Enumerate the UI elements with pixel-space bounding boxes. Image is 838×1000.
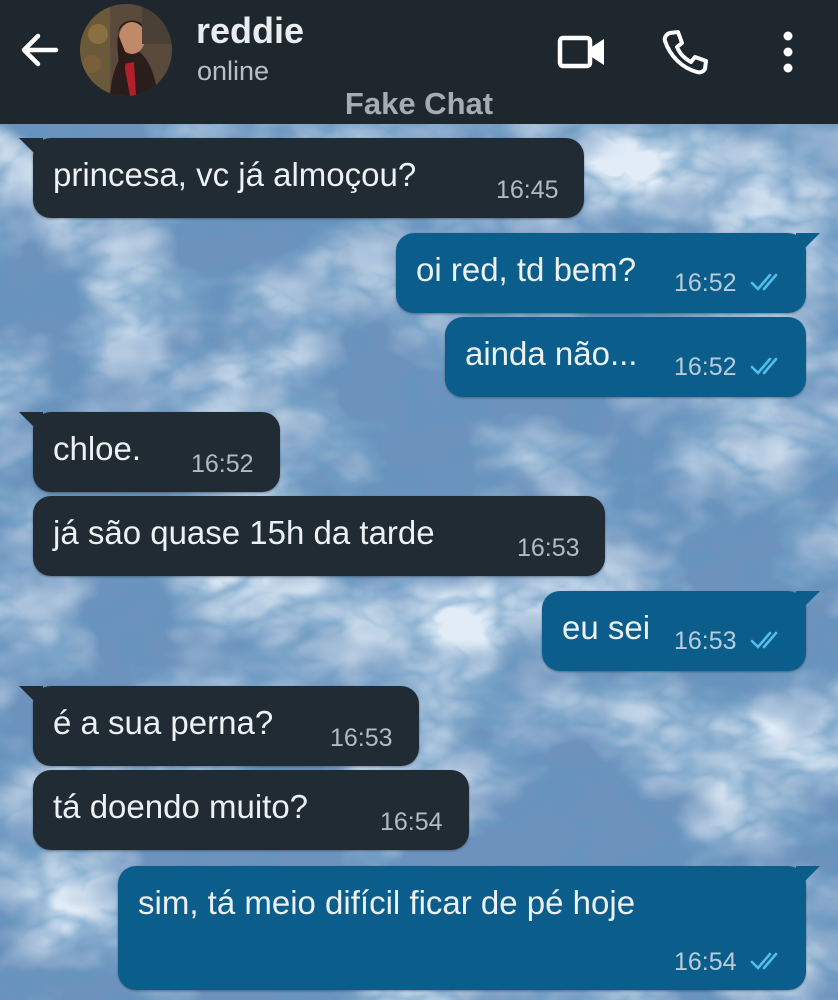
message-text: já são quase 15h da tarde [53, 514, 435, 551]
message-outgoing[interactable]: oi red, td bem? 16:52 [396, 233, 820, 313]
read-receipt-icon [750, 631, 778, 649]
message-text: é a sua perna? [53, 704, 274, 741]
chat-label: Fake Chat [344, 86, 494, 121]
message-outgoing[interactable]: eu sei 16:53 [542, 591, 820, 671]
contact-photo [80, 4, 172, 96]
bubble-tail [796, 233, 820, 257]
message-outgoing[interactable]: sim, tá meio difícil ficar de pé hoje 16… [118, 866, 820, 990]
message-time: 16:52 [674, 269, 737, 297]
read-receipt-icon [750, 273, 778, 291]
message-time: 16:54 [674, 948, 737, 976]
message-incoming[interactable]: já são quase 15h da tarde 16:53 [33, 496, 605, 576]
avatar[interactable] [80, 4, 172, 96]
bubble-tail [796, 591, 820, 615]
message-text: chloe. [53, 430, 142, 467]
voice-call-icon [662, 30, 708, 75]
voice-call-button[interactable] [656, 24, 712, 80]
message-text: eu sei [562, 609, 651, 646]
bubble-tail [19, 138, 43, 162]
back-button[interactable] [16, 26, 64, 74]
message-time: 16:54 [380, 808, 443, 836]
bubble-tail [19, 412, 43, 436]
video-call-icon [557, 35, 604, 69]
message-time: 16:53 [674, 627, 737, 655]
message-outgoing[interactable]: ainda não... 16:52 [445, 317, 806, 397]
message-incoming[interactable]: tá doendo muito? 16:54 [33, 770, 469, 850]
bubble-tail [19, 686, 43, 710]
contact-name[interactable]: reddie [196, 10, 304, 52]
message-time: 16:45 [496, 176, 559, 204]
chat-header: reddie online Fake Chat [0, 0, 838, 124]
bubble-tail [796, 866, 820, 890]
message-text: tá doendo muito? [53, 788, 309, 825]
message-time: 16:53 [330, 724, 393, 752]
read-receipt-icon [750, 952, 778, 970]
read-receipt-icon [750, 357, 778, 375]
arrow-back-icon [21, 33, 59, 67]
message-text: oi red, td bem? [416, 251, 637, 288]
chat-area[interactable]: princesa, vc já almoçou? 16:45 oi red, t… [0, 124, 838, 1000]
contact-status: online [197, 56, 270, 86]
message-incoming[interactable]: chloe. 16:52 [19, 412, 280, 492]
message-text: sim, tá meio difícil ficar de pé hoje [138, 884, 636, 921]
message-text: ainda não... [465, 335, 638, 372]
more-options-button[interactable] [760, 24, 816, 80]
more-vert-icon [783, 31, 793, 73]
message-text: princesa, vc já almoçou? [53, 156, 417, 193]
message-incoming[interactable]: é a sua perna? 16:53 [19, 686, 419, 766]
message-time: 16:52 [191, 450, 254, 478]
message-time: 16:52 [674, 353, 737, 381]
video-call-button[interactable] [554, 24, 610, 80]
message-incoming[interactable]: princesa, vc já almoçou? 16:45 [19, 138, 584, 218]
message-time: 16:53 [517, 534, 580, 562]
